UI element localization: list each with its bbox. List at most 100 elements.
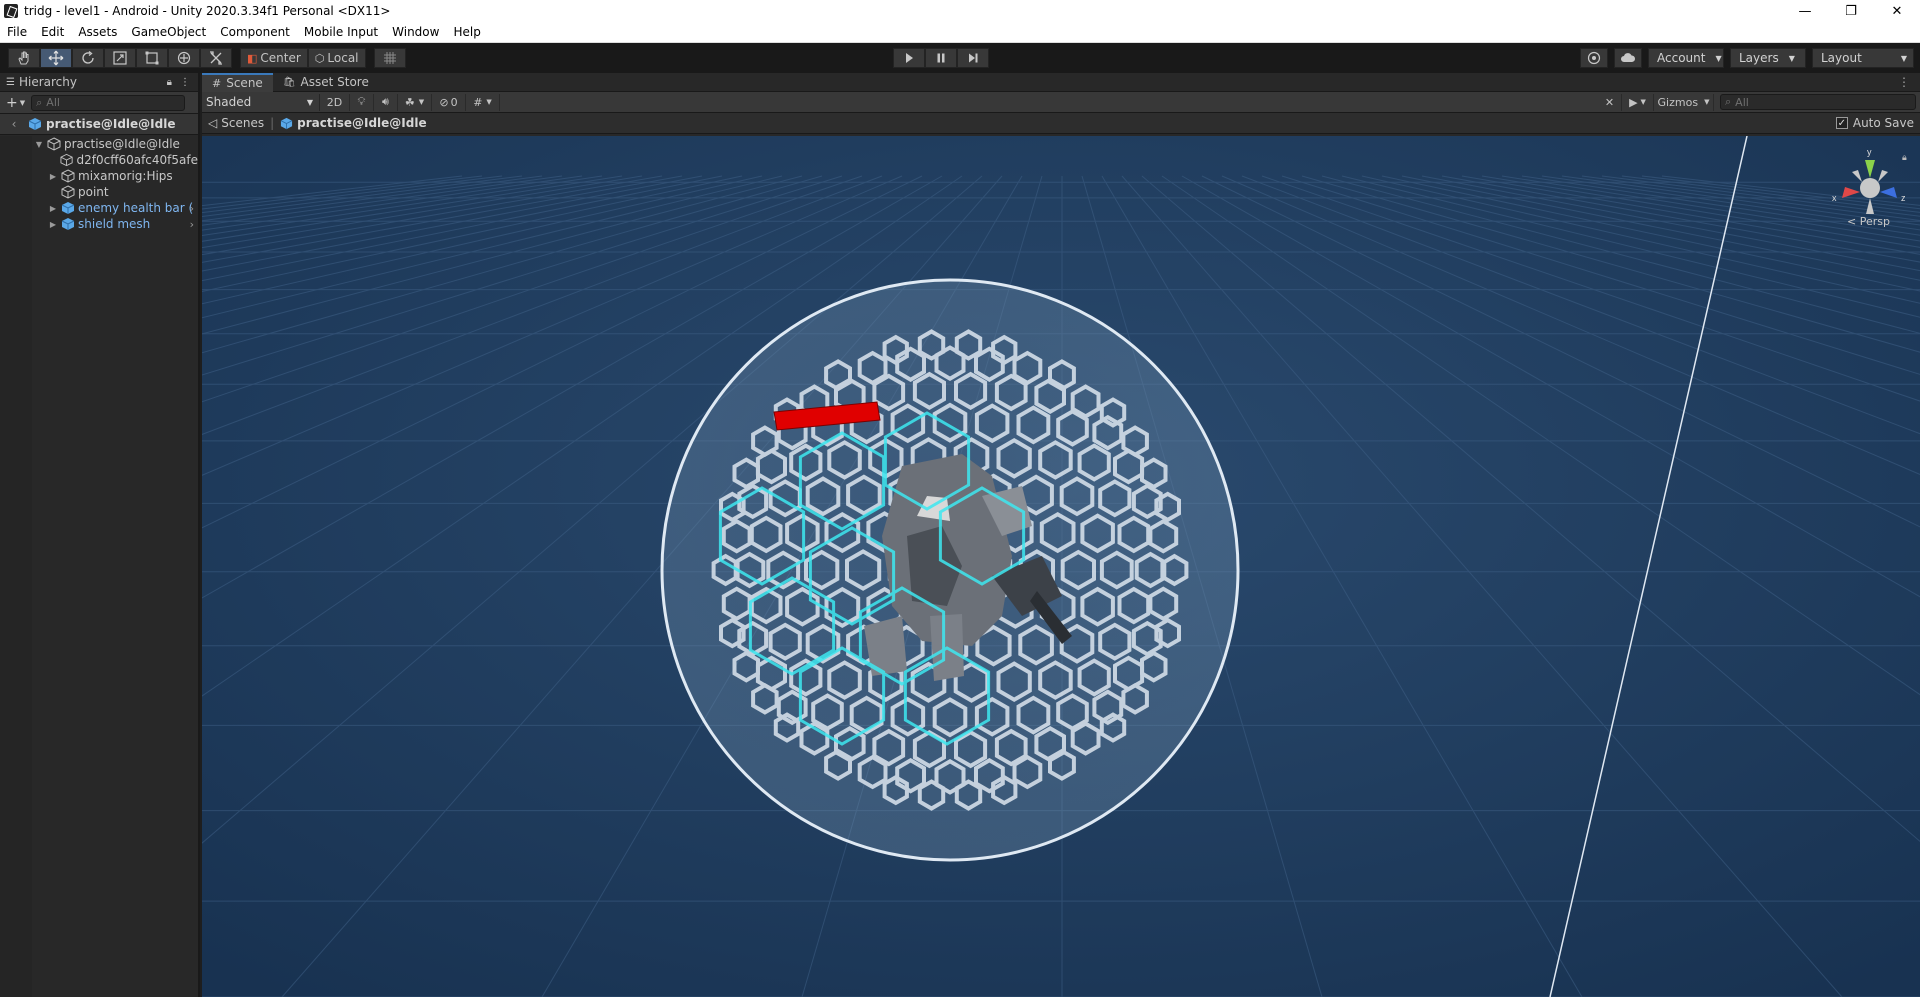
menu-edit[interactable]: Edit (34, 22, 71, 43)
move-tool-button[interactable] (40, 48, 72, 68)
pivot-center-icon: ◧ (247, 51, 258, 65)
gizmo-center[interactable] (1860, 178, 1880, 198)
hierarchy-item[interactable]: ▶ enemy health bar (› (0, 200, 198, 216)
tab-asset-store[interactable]: 🛍︎ Asset Store (273, 73, 379, 92)
menu-assets[interactable]: Assets (71, 22, 124, 43)
gizmo-x-label: x (1832, 193, 1837, 203)
scene-viewport[interactable]: y x z 🔒︎ < Persp (202, 136, 1920, 997)
menu-dots-icon[interactable]: ⋮ (180, 77, 190, 88)
scene-panel: # Scene 🛍︎ Asset Store ⋮ Shaded ▼ 2D 💡︎ … (202, 72, 1920, 997)
close-button[interactable]: ✕ (1874, 0, 1920, 22)
expand-right-icon[interactable]: ▶ (48, 220, 58, 229)
chevron-down-icon: ▼ (1640, 98, 1646, 106)
hierarchy-item[interactable]: d2f0cff60afc40f5afe (0, 152, 198, 168)
play-button[interactable] (893, 48, 925, 68)
rect-icon (145, 51, 159, 65)
hidden-objects-toggle[interactable]: ⊘ 0 (432, 93, 466, 111)
gizmo-neg-x-axis[interactable] (1852, 170, 1862, 182)
gizmo-neg-y-axis[interactable] (1866, 198, 1874, 214)
gizmo-lock-icon[interactable]: 🔒︎ (1902, 153, 1907, 163)
hierarchy-tab[interactable]: ☰ Hierarchy 🔒︎ ⋮ (0, 73, 198, 92)
minimize-button[interactable]: — (1782, 0, 1828, 22)
step-icon (969, 53, 978, 63)
expand-right-icon[interactable]: ▶ (48, 204, 58, 213)
menu-help[interactable]: Help (446, 22, 487, 43)
hierarchy-item[interactable]: ▶ mixamorig:Hips (0, 168, 198, 184)
open-prefab-arrow-icon[interactable]: › (190, 202, 194, 215)
auto-save-toggle[interactable]: ✓ Auto Save (1835, 116, 1920, 130)
account-dropdown[interactable]: Account ▼ (1648, 48, 1724, 68)
gizmo-y-axis[interactable] (1865, 160, 1875, 178)
gizmo-x-axis[interactable] (1842, 187, 1860, 198)
pivot-controls: ◧ Center ⬡ Local (240, 48, 366, 68)
auto-save-checkbox[interactable]: ✓ (1835, 117, 1848, 129)
pivot-mode-button[interactable]: ◧ Center (240, 48, 308, 68)
2d-toggle[interactable]: 2D (320, 93, 350, 111)
breadcrumb-root[interactable]: ◁ Scenes (208, 116, 264, 130)
collab-button[interactable] (1580, 48, 1608, 68)
hierarchy-scene-header[interactable]: ‹ practise@Idle@Idle (0, 114, 198, 135)
camera-settings-button[interactable]: ▶︎ ▼ (1622, 93, 1654, 111)
scene-search-input[interactable]: ⌕ All (1720, 94, 1916, 110)
menu-gameobject[interactable]: GameObject (124, 22, 213, 43)
chevron-down-icon: ▼ (486, 98, 492, 106)
restore-button[interactable]: ❐ (1828, 0, 1874, 22)
audio-toggle[interactable]: 🔊︎ (374, 93, 398, 111)
2d-label: 2D (326, 95, 343, 109)
cloud-button[interactable] (1614, 48, 1642, 68)
chevron-down-icon[interactable]: ▼ (20, 99, 25, 107)
play-icon (906, 53, 913, 63)
transform-icon (177, 51, 191, 65)
pause-button[interactable] (925, 48, 957, 68)
gameobject-cube-icon (61, 185, 75, 199)
chevron-down-icon: ▼ (1715, 53, 1722, 63)
step-button[interactable] (957, 48, 989, 68)
lock-icon[interactable]: 🔒︎ (167, 77, 172, 88)
gizmos-dropdown[interactable]: Gizmos ▼ (1654, 93, 1714, 111)
scene-tools-button[interactable]: ✕ (1598, 93, 1622, 111)
scene-breadcrumb: ◁ Scenes | practise@Idle@Idle ✓ Auto Sav… (202, 113, 1920, 134)
projection-toggle[interactable]: < Persp (1847, 215, 1890, 228)
expand-down-icon[interactable]: ▼ (34, 140, 44, 149)
hierarchy-search-input[interactable]: ⌕ All (31, 94, 186, 111)
menu-window[interactable]: Window (385, 22, 446, 43)
menu-dots-icon[interactable]: ⋮ (1898, 75, 1920, 89)
layout-dropdown[interactable]: Layout ▼ (1812, 48, 1914, 68)
expand-right-icon[interactable]: ▶ (48, 172, 58, 181)
effects-toggle[interactable]: ☘ ▼ (398, 93, 432, 111)
gizmo-z-axis[interactable] (1880, 187, 1897, 198)
layers-dropdown[interactable]: Layers ▼ (1730, 48, 1806, 68)
tab-scene[interactable]: # Scene (202, 72, 273, 92)
hierarchy-item[interactable]: ▼ practise@Idle@Idle (0, 136, 198, 152)
hierarchy-item[interactable]: ▶ shield mesh › (0, 216, 198, 232)
draw-mode-dropdown[interactable]: Shaded ▼ (202, 93, 320, 111)
menu-bar: File Edit Assets GameObject Component Mo… (0, 22, 1920, 43)
menu-component[interactable]: Component (213, 22, 297, 43)
history-icon (1587, 51, 1601, 65)
chevron-down-icon: ▼ (306, 97, 313, 107)
hidden-count: 0 (450, 95, 458, 109)
perspective-icon: < (1847, 215, 1857, 228)
gizmo-neg-z-axis[interactable] (1878, 170, 1888, 182)
breadcrumb-current[interactable]: practise@Idle@Idle (280, 116, 427, 130)
back-arrow-icon[interactable]: ‹ (0, 117, 28, 131)
menu-file[interactable]: File (0, 22, 34, 43)
scale-tool-button[interactable] (104, 48, 136, 68)
chevron-down-icon: ▼ (1704, 98, 1710, 106)
lighting-toggle[interactable]: 💡︎ (350, 93, 374, 111)
pivot-rotation-button[interactable]: ⬡ Local (307, 48, 366, 68)
create-button[interactable]: + (6, 95, 18, 111)
rotate-icon (82, 50, 94, 64)
scene-render[interactable] (202, 136, 1920, 997)
grid-snap-button[interactable] (373, 48, 406, 68)
transform-tool-button[interactable] (168, 48, 200, 68)
hand-tool-button[interactable] (8, 48, 40, 68)
rotate-tool-button[interactable] (72, 48, 104, 68)
grid-toggle[interactable]: # ▼ (466, 93, 500, 111)
hierarchy-item-label: practise@Idle@Idle (64, 137, 180, 151)
custom-tool-button[interactable] (200, 48, 232, 68)
menu-mobile-input[interactable]: Mobile Input (297, 22, 385, 43)
open-prefab-arrow-icon[interactable]: › (190, 218, 194, 231)
hierarchy-item[interactable]: point (0, 184, 198, 200)
rect-tool-button[interactable] (136, 48, 168, 68)
